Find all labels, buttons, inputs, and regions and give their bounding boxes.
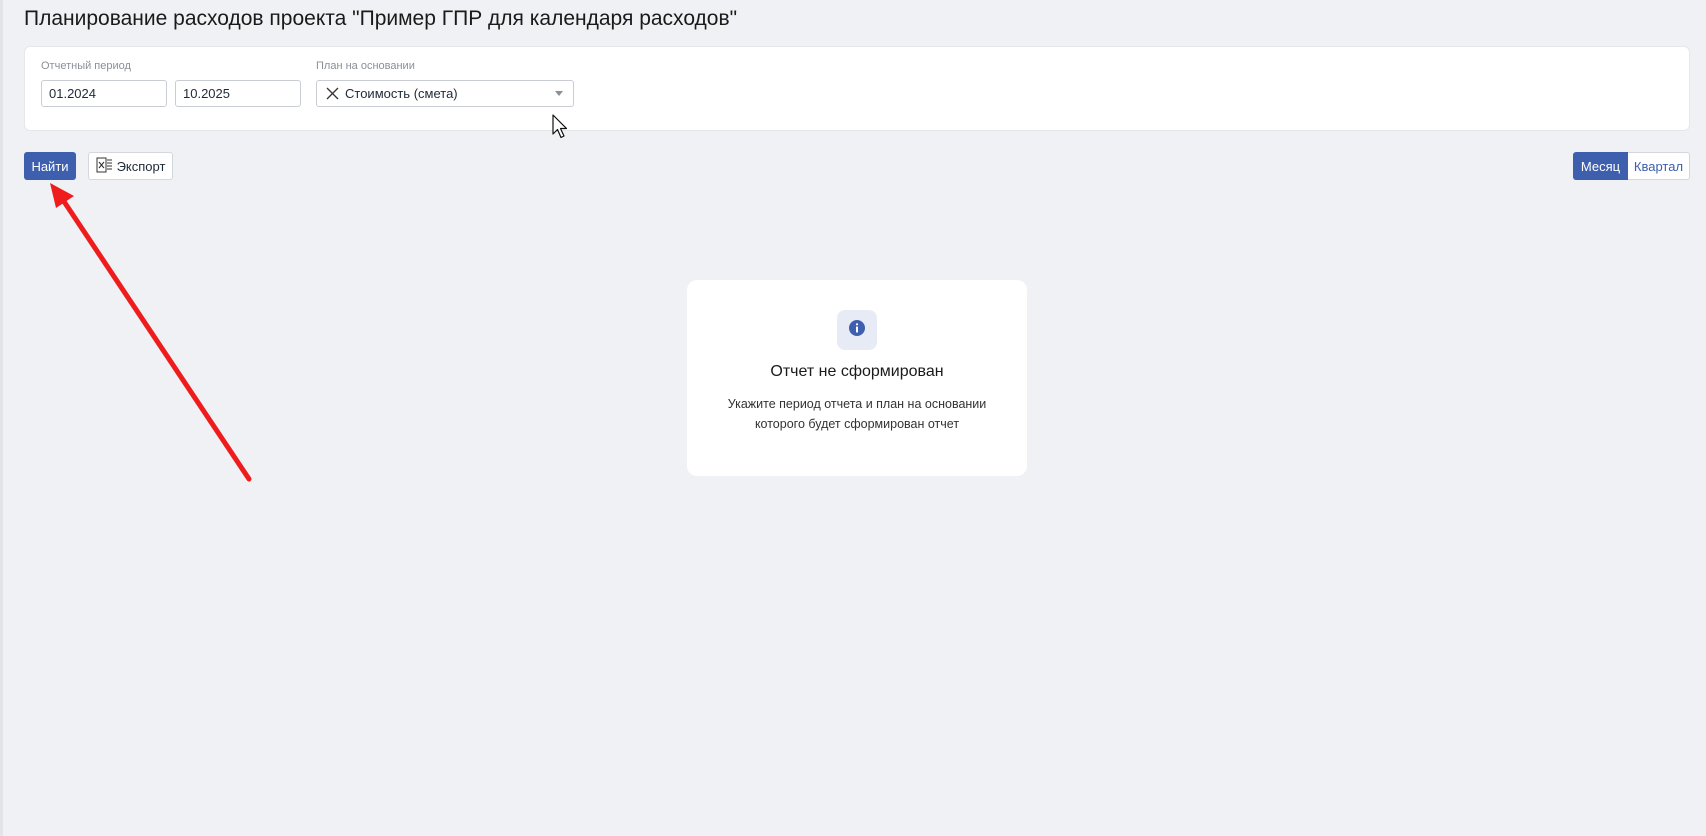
plan-label: План на основании [316,60,415,72]
empty-state-card: Отчет не сформирован Укажите период отче… [687,280,1027,476]
export-button-label: Экспорт [116,158,166,174]
empty-state-title: Отчет не сформирован [770,363,944,380]
info-badge [837,310,877,350]
excel-icon [96,157,113,176]
close-icon[interactable] [325,87,339,101]
empty-state-description: Укажите период отчета и план на основани… [727,397,987,431]
plan-select-value: Стоимость (смета) [345,86,458,101]
chevron-down-icon[interactable] [555,91,563,96]
view-month-button[interactable]: Месяц [1573,152,1628,180]
page-title: Планирование расходов проекта "Пример ГП… [24,7,738,30]
view-quarter-button[interactable]: Квартал [1628,152,1690,180]
period-to-input[interactable] [175,80,301,107]
page-root: Планирование расходов проекта "Пример ГП… [0,0,1706,836]
export-button[interactable]: Экспорт [88,152,173,180]
view-toggle: Месяц Квартал [1573,152,1690,180]
filter-panel: Отчетный период План на основании Стоимо… [24,46,1690,131]
plan-select[interactable]: Стоимость (смета) [316,80,574,107]
period-from-input[interactable] [41,80,167,107]
left-edge-divider [0,0,3,836]
mouse-pointer-icon [552,114,570,145]
period-label: Отчетный период [41,60,131,72]
info-icon [848,319,866,342]
find-button[interactable]: Найти [24,152,76,180]
